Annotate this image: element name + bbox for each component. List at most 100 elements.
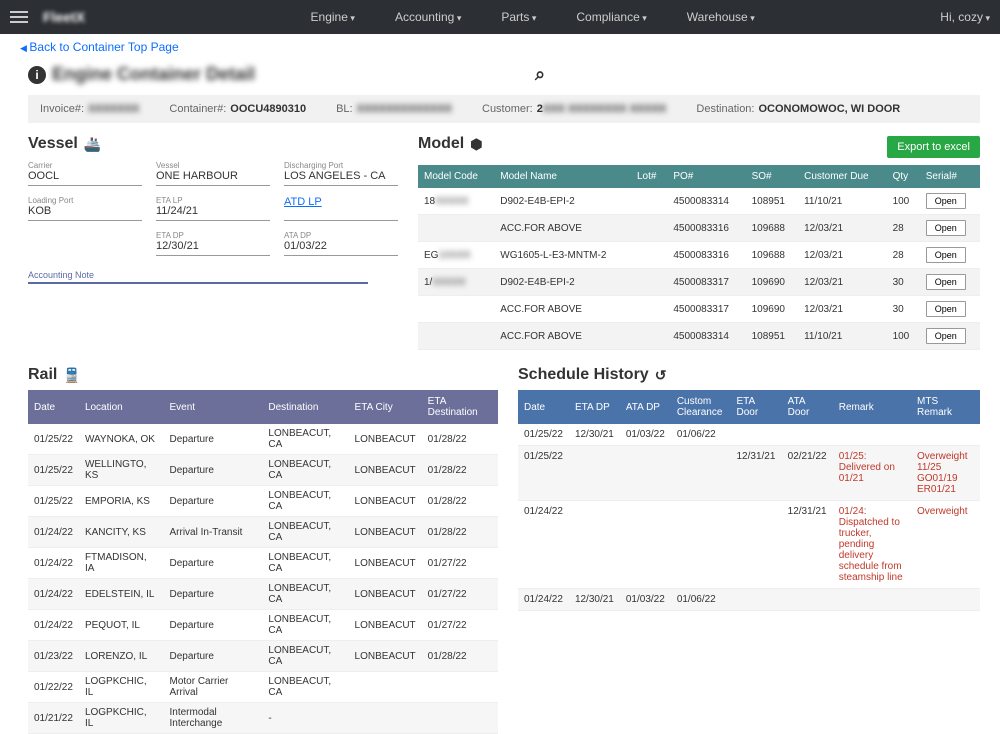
nav-item-warehouse[interactable]: Warehouse	[687, 10, 755, 24]
info-icon: i	[28, 66, 46, 84]
nav-item-engine[interactable]: Engine	[311, 10, 355, 24]
open-button[interactable]: Open	[926, 193, 966, 209]
cell: -	[262, 703, 348, 734]
vessel-field: ETA LP11/24/21	[156, 194, 270, 221]
col-header[interactable]: Qty	[887, 165, 920, 188]
schedule-title: Schedule History↺	[518, 366, 980, 384]
bl-label: BL:	[336, 103, 353, 115]
cell: 4500083314	[667, 323, 745, 350]
vessel-field: CarrierOOCL	[28, 159, 142, 186]
cell: KANCITY, KS	[79, 517, 164, 548]
col-header[interactable]: SO#	[746, 165, 799, 188]
back-link[interactable]: Back to Container Top Page	[20, 40, 179, 54]
table-row: 01/24/22FTMADISON, IADepartureLONBEACUT,…	[28, 548, 498, 579]
cell: Motor Carrier Arrival	[163, 672, 262, 703]
field-label: Carrier	[28, 161, 142, 170]
rail-title: Rail🚆	[28, 366, 498, 384]
cell: 01/23/22	[28, 641, 79, 672]
brand-logo: FleetX	[43, 9, 85, 25]
table-row: 01/21/22LOGPKCHIC, ILIntermodal Intercha…	[28, 703, 498, 734]
cell: LONBEACUT, CA	[262, 486, 348, 517]
cell: 30	[887, 296, 920, 323]
cell: 01/28/22	[422, 424, 498, 455]
field-value: LOS ANGELES - CA	[284, 170, 398, 182]
cell: 12/30/21	[569, 424, 620, 446]
col-header[interactable]: Remark	[833, 390, 911, 424]
export-excel-button[interactable]: Export to excel	[887, 136, 980, 158]
col-header[interactable]: Serial#	[920, 165, 980, 188]
nav-item-compliance[interactable]: Compliance	[576, 10, 646, 24]
cell: LONBEACUT, CA	[262, 548, 348, 579]
open-button[interactable]: Open	[926, 301, 966, 317]
model-title: Model⬢	[418, 135, 482, 153]
table-row: 01/25/22WELLINGTO, KSDepartureLONBEACUT,…	[28, 455, 498, 486]
table-row: ACC.FOR ABOVE450008331610968812/03/2128O…	[418, 215, 980, 242]
cell: Arrival In-Transit	[163, 517, 262, 548]
table-row: 01/24/22PEQUOT, ILDepartureLONBEACUT, CA…	[28, 610, 498, 641]
col-header[interactable]: Customer Due	[798, 165, 886, 188]
cell: LONBEACUT	[349, 579, 422, 610]
col-header[interactable]: Model Code	[418, 165, 494, 188]
invoice-value: XXXXXXX	[88, 103, 139, 115]
vessel-title: Vessel🚢	[28, 135, 398, 153]
field-value: 11/24/21	[156, 205, 270, 217]
cell: Overweight 11/25 GO01/19 ER01/21	[911, 446, 980, 501]
cell	[911, 424, 980, 446]
col-header[interactable]: Location	[79, 390, 164, 424]
cell	[620, 446, 671, 501]
col-header[interactable]: Model Name	[494, 165, 631, 188]
col-header[interactable]: Date	[518, 390, 569, 424]
table-row: ACC.FOR ABOVE450008331710969012/03/2130O…	[418, 296, 980, 323]
cell: LONBEACUT, CA	[262, 455, 348, 486]
open-button[interactable]: Open	[926, 220, 966, 236]
col-header[interactable]: ETA Destination	[422, 390, 498, 424]
vessel-field: VesselONE HARBOUR	[156, 159, 270, 186]
page-title: Engine Container Detail	[52, 64, 255, 85]
col-header[interactable]: Event	[163, 390, 262, 424]
col-header[interactable]: ETA City	[349, 390, 422, 424]
open-button[interactable]: Open	[926, 247, 966, 263]
open-button[interactable]: Open	[926, 328, 966, 344]
cell: EMPORIA, KS	[79, 486, 164, 517]
schedule-table: DateETA DPATA DPCustom ClearanceETA Door…	[518, 390, 980, 611]
open-button[interactable]: Open	[926, 274, 966, 290]
field-label: Loading Port	[28, 196, 142, 205]
cell: LONBEACUT, CA	[262, 641, 348, 672]
cell	[422, 703, 498, 734]
container-label: Container#:	[169, 103, 226, 115]
cell	[731, 424, 782, 446]
cell: 01/22/22	[28, 672, 79, 703]
table-row: 01/24/2212/30/2101/03/2201/06/22	[518, 589, 980, 611]
hamburger-menu[interactable]	[10, 8, 28, 26]
cell: 01/28/22	[422, 486, 498, 517]
cell	[731, 589, 782, 611]
cell: 12/03/21	[798, 269, 886, 296]
col-header[interactable]: PO#	[667, 165, 745, 188]
col-header[interactable]: ETA DP	[569, 390, 620, 424]
nav-item-parts[interactable]: Parts	[501, 10, 536, 24]
nav-item-accounting[interactable]: Accounting	[395, 10, 461, 24]
col-header[interactable]: ATA Door	[782, 390, 833, 424]
cell: 01/24: Dispatched to trucker, pending de…	[833, 501, 911, 589]
vessel-field: ETA DP12/30/21	[156, 229, 270, 256]
col-header[interactable]: MTS Remark	[911, 390, 980, 424]
col-header[interactable]: Custom Clearance	[671, 390, 731, 424]
cell: 28	[887, 242, 920, 269]
col-header[interactable]: Date	[28, 390, 79, 424]
search-icon[interactable]: ⌕	[535, 64, 545, 85]
cell: LONBEACUT	[349, 610, 422, 641]
cell: D902-E4B-EPI-2	[494, 269, 631, 296]
user-menu[interactable]: Hi, cozy	[940, 10, 990, 24]
cell: 100	[887, 323, 920, 350]
accounting-note-field[interactable]: Accounting Note	[28, 270, 368, 284]
cell	[349, 703, 422, 734]
table-row: 01/25/22EMPORIA, KSDepartureLONBEACUT, C…	[28, 486, 498, 517]
table-row: EG1XXXXWG1605-L-E3-MNTM-2450008331610968…	[418, 242, 980, 269]
col-header[interactable]: Destination	[262, 390, 348, 424]
field-value[interactable]: ATD LP	[284, 196, 398, 208]
cell: LORENZO, IL	[79, 641, 164, 672]
cell: 12/03/21	[798, 296, 886, 323]
col-header[interactable]: ATA DP	[620, 390, 671, 424]
col-header[interactable]: Lot#	[631, 165, 667, 188]
col-header[interactable]: ETA Door	[731, 390, 782, 424]
